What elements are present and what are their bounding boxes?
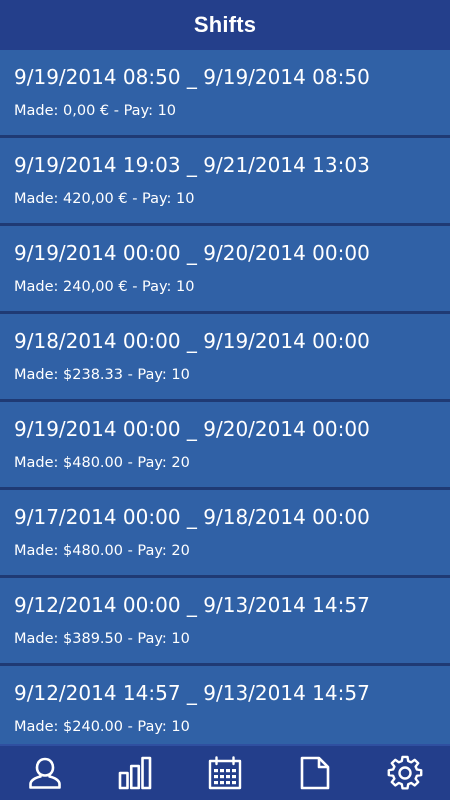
shift-made-pay: Made: $238.33 - Pay: 10 [14,367,190,383]
shift-dates: 9/19/2014 00:00 _ 9/20/2014 00:00 [14,417,370,441]
shift-dates: 9/12/2014 14:57 _ 9/13/2014 14:57 [14,681,370,705]
calendar-icon [208,756,242,790]
tab-reports[interactable] [270,746,360,800]
tab-profile[interactable] [0,746,90,800]
shift-row[interactable]: 9/12/2014 00:00 _ 9/13/2014 14:57 Made: … [0,578,450,666]
shift-row[interactable]: 9/19/2014 19:03 _ 9/21/2014 13:03 Made: … [0,138,450,226]
shift-row[interactable]: 9/19/2014 08:50 _ 9/19/2014 08:50 Made: … [0,50,450,138]
shift-row[interactable]: 9/12/2014 14:57 _ 9/13/2014 14:57 Made: … [0,666,450,744]
document-icon [300,756,330,790]
shift-made-pay: Made: 240,00 € - Pay: 10 [14,279,195,295]
shift-dates: 9/19/2014 19:03 _ 9/21/2014 13:03 [14,153,370,177]
shift-made-pay: Made: $389.50 - Pay: 10 [14,631,190,647]
shift-row[interactable]: 9/19/2014 00:00 _ 9/20/2014 00:00 Made: … [0,402,450,490]
shift-made-pay: Made: $480.00 - Pay: 20 [14,543,190,559]
gear-icon [387,755,423,790]
shift-made-pay: Made: 0,00 € - Pay: 10 [14,103,177,119]
shift-made-pay: Made: $240.00 - Pay: 10 [14,719,190,735]
app-screen: Shifts 9/19/2014 08:50 _ 9/19/2014 08:50… [0,0,450,800]
shift-dates: 9/19/2014 00:00 _ 9/20/2014 00:00 [14,241,370,265]
tab-statistics[interactable] [90,746,180,800]
shift-row[interactable]: 9/17/2014 00:00 _ 9/18/2014 00:00 Made: … [0,490,450,578]
shift-dates: 9/12/2014 00:00 _ 9/13/2014 14:57 [14,593,370,617]
shift-row[interactable]: 9/19/2014 00:00 _ 9/20/2014 00:00 Made: … [0,226,450,314]
tab-calendar[interactable] [180,746,270,800]
bar-chart-icon [118,756,152,790]
app-header: Shifts [0,0,450,50]
page-title: Shifts [193,12,257,37]
tab-settings[interactable] [360,746,450,800]
bottom-tab-bar [0,744,450,800]
shift-dates: 9/19/2014 08:50 _ 9/19/2014 08:50 [14,65,370,89]
person-icon [29,757,61,789]
shift-made-pay: Made: $480.00 - Pay: 20 [14,455,190,471]
shift-dates: 9/18/2014 00:00 _ 9/19/2014 00:00 [14,329,370,353]
shift-list[interactable]: 9/19/2014 08:50 _ 9/19/2014 08:50 Made: … [0,50,450,744]
shift-dates: 9/17/2014 00:00 _ 9/18/2014 00:00 [14,505,370,529]
shift-row[interactable]: 9/18/2014 00:00 _ 9/19/2014 00:00 Made: … [0,314,450,402]
shift-made-pay: Made: 420,00 € - Pay: 10 [14,191,195,207]
